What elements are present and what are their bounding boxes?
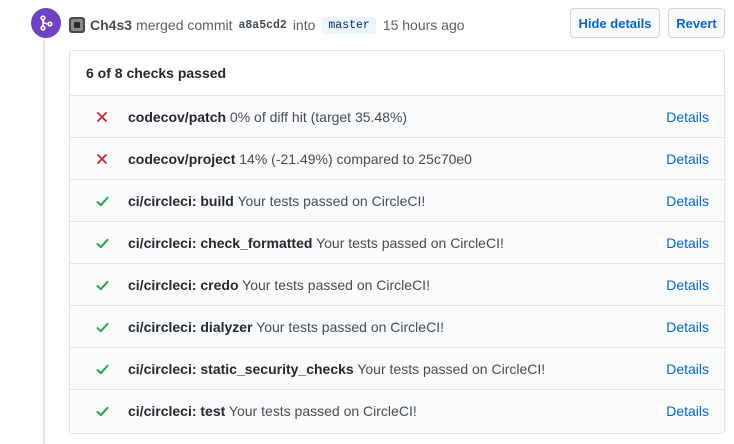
check-description: Your tests passed on CircleCI!: [228, 403, 417, 419]
details-link[interactable]: Details: [666, 361, 709, 377]
check-row: ci/circleci: build Your tests passed on …: [70, 180, 724, 222]
merge-icon: [31, 8, 61, 38]
check-text: ci/circleci: build Your tests passed on …: [128, 193, 425, 209]
check-icon: [95, 361, 109, 377]
into-text: into: [292, 17, 316, 33]
check-name: codecov/patch: [128, 108, 227, 125]
check-name: ci/circleci: dialyzer: [128, 318, 253, 335]
check-row: ci/circleci: static_security_checks Your…: [70, 348, 724, 390]
check-text: ci/circleci: credo Your tests passed on …: [128, 277, 430, 293]
check-row: codecov/patch 0% of diff hit (target 35.…: [70, 96, 724, 138]
merge-event-header: Ch4s3 merged commit a8a5cd2 into master …: [69, 13, 469, 37]
check-text: codecov/patch 0% of diff hit (target 35.…: [128, 109, 407, 125]
check-description: Your tests passed on CircleCI!: [242, 276, 430, 293]
checks-summary: 6 of 8 checks passed: [70, 51, 724, 96]
check-name: ci/circleci: build: [128, 192, 234, 209]
revert-button[interactable]: Revert: [668, 8, 725, 38]
details-link[interactable]: Details: [666, 403, 709, 419]
details-link[interactable]: Details: [666, 319, 709, 335]
author-link[interactable]: Ch4s3: [90, 17, 132, 33]
check-name: codecov/project: [128, 150, 236, 167]
details-link[interactable]: Details: [666, 277, 709, 293]
x-icon: [95, 151, 109, 167]
check-row: ci/circleci: dialyzer Your tests passed …: [70, 306, 724, 348]
check-name: ci/circleci: check_formatted: [128, 234, 313, 251]
avatar[interactable]: [69, 17, 85, 33]
details-link[interactable]: Details: [666, 235, 709, 251]
check-description: Your tests passed on CircleCI!: [357, 360, 546, 377]
check-name: ci/circleci: test: [128, 403, 226, 419]
check-description: 14% (-21.49%) compared to 25c70e0: [239, 150, 472, 167]
check-description: 0% of diff hit (target 35.48%): [229, 108, 408, 125]
details-link[interactable]: Details: [666, 151, 709, 167]
check-text: ci/circleci: dialyzer Your tests passed …: [128, 319, 444, 335]
check-row: ci/circleci: test Your tests passed on C…: [70, 390, 724, 432]
details-link[interactable]: Details: [666, 109, 709, 125]
timeline-line: [43, 36, 45, 444]
check-description: Your tests passed on CircleCI!: [316, 234, 504, 251]
check-text: ci/circleci: static_security_checks Your…: [128, 361, 545, 377]
check-row: codecov/project 14% (-21.49%) compared t…: [70, 138, 724, 180]
commit-sha-link[interactable]: a8a5cd2: [239, 19, 287, 32]
hide-details-button[interactable]: Hide details: [570, 8, 660, 38]
checks-box: 6 of 8 checks passed codecov/patch 0% of…: [69, 50, 725, 434]
check-row: ci/circleci: check_formatted Your tests …: [70, 222, 724, 264]
details-link[interactable]: Details: [666, 193, 709, 209]
check-row: ci/circleci: credo Your tests passed on …: [70, 264, 724, 306]
check-icon: [95, 235, 109, 251]
check-name: ci/circleci: static_security_checks: [128, 360, 354, 377]
check-icon: [95, 403, 109, 419]
x-icon: [95, 109, 109, 125]
check-text: ci/circleci: check_formatted Your tests …: [128, 235, 504, 251]
check-description: Your tests passed on CircleCI!: [237, 192, 426, 209]
check-description: Your tests passed on CircleCI!: [256, 318, 444, 335]
check-icon: [95, 319, 109, 335]
check-text: ci/circleci: test Your tests passed on C…: [128, 403, 417, 419]
check-icon: [95, 193, 109, 209]
check-name: ci/circleci: credo: [128, 276, 239, 293]
branch-name[interactable]: master: [322, 16, 376, 34]
merged-text: merged commit: [136, 17, 233, 33]
check-text: codecov/project 14% (-21.49%) compared t…: [128, 151, 472, 167]
timestamp[interactable]: 15 hours ago: [383, 17, 465, 33]
check-icon: [95, 277, 109, 293]
